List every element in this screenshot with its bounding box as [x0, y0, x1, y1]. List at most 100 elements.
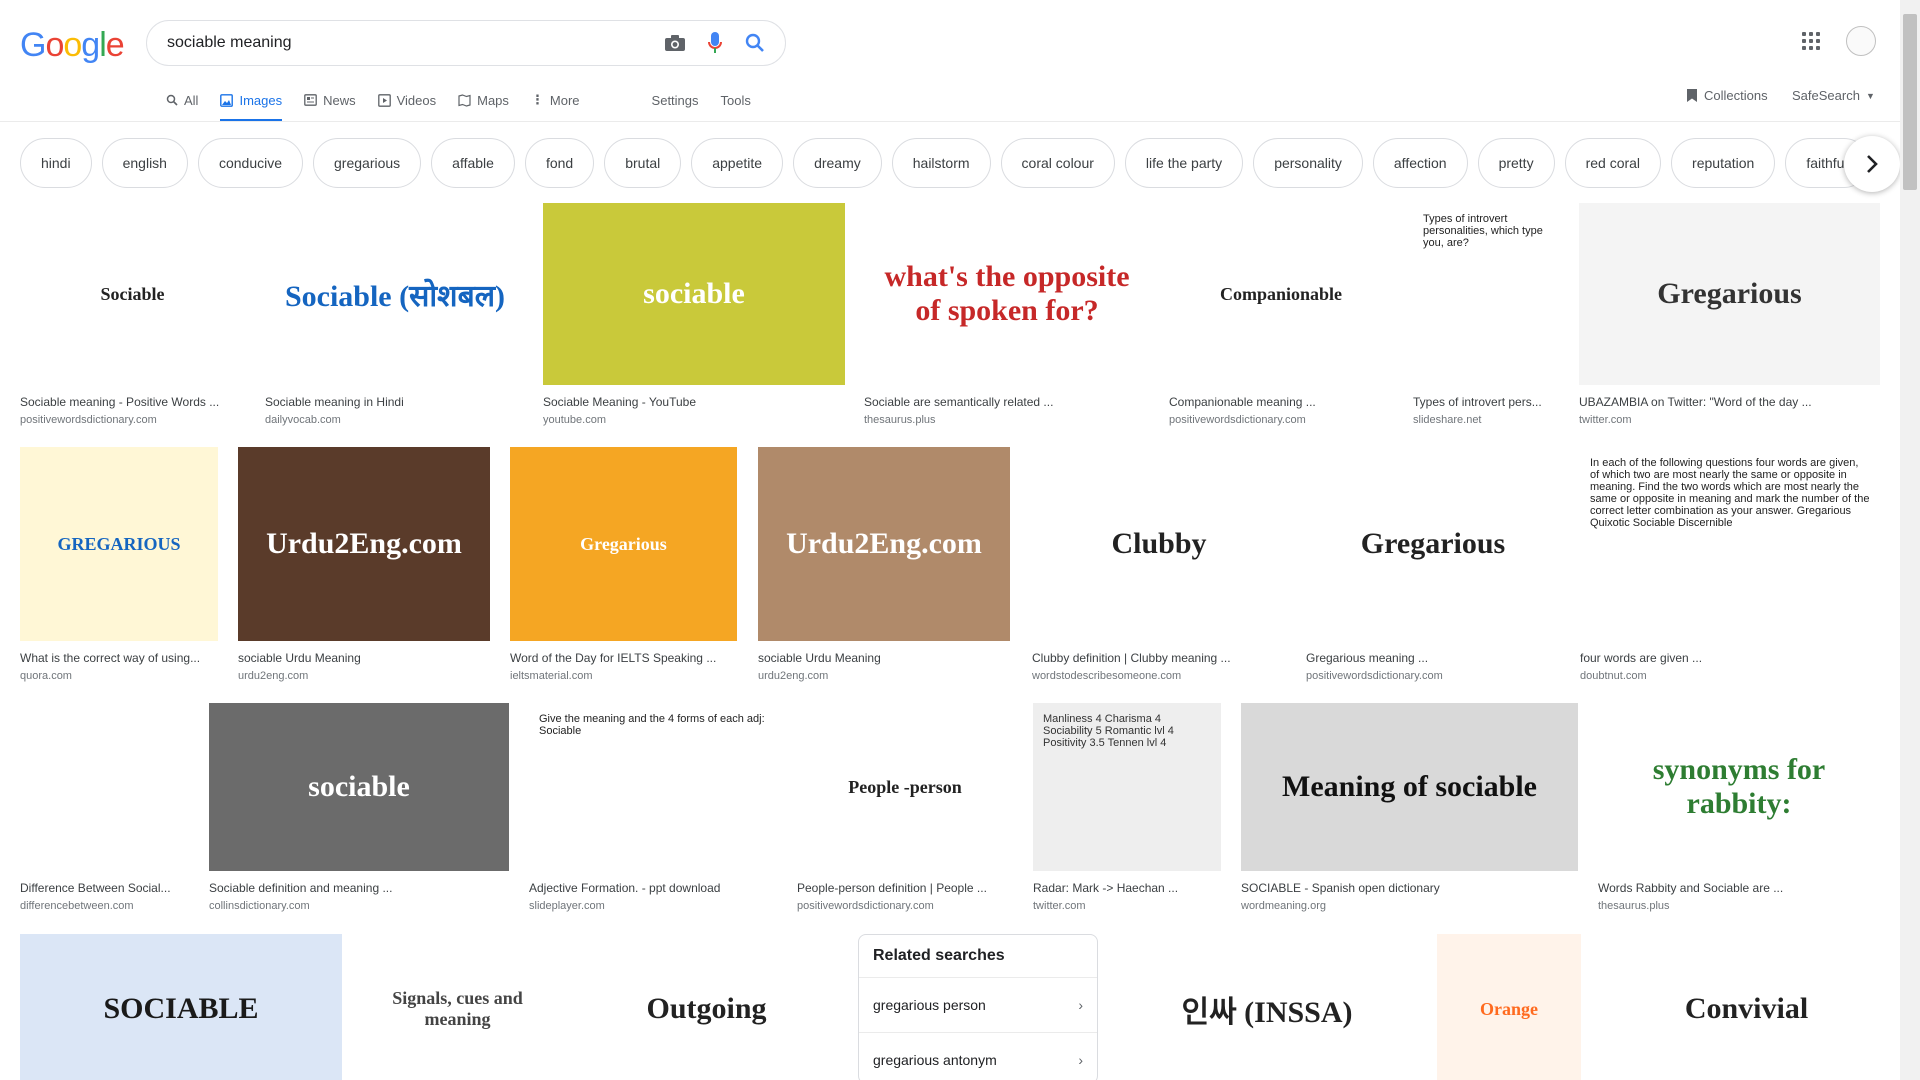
result-title[interactable]: Difference Between Social...	[20, 881, 189, 895]
filter-chip[interactable]: gregarious	[313, 138, 422, 188]
image-result[interactable]: People -person People-person definition |…	[797, 703, 1013, 912]
image-thumbnail[interactable]: Clubby	[1032, 447, 1286, 641]
page-scrollbar[interactable]	[1900, 0, 1920, 1080]
tab-images[interactable]: Images	[220, 89, 283, 122]
result-title[interactable]: Word of the Day for IELTS Speaking ...	[510, 651, 737, 665]
filter-chip[interactable]: dreamy	[793, 138, 882, 188]
search-input[interactable]: sociable meaning	[167, 34, 655, 52]
filter-chip[interactable]: red coral	[1564, 138, 1662, 188]
image-result[interactable]: Outgoing	[574, 934, 839, 1080]
image-thumbnail[interactable]: Gregarious	[510, 447, 737, 641]
image-thumbnail[interactable]: Urdu2Eng.com	[238, 447, 490, 641]
result-title[interactable]: Sociable meaning in Hindi	[265, 395, 525, 409]
image-result[interactable]: Signals, cues and meaning	[361, 934, 554, 1080]
image-thumbnail[interactable]: Signals, cues and meaning	[361, 934, 554, 1080]
result-title[interactable]: sociable Urdu Meaning	[238, 651, 490, 665]
image-thumbnail[interactable]: Urdu2Eng.com	[758, 447, 1010, 641]
image-result[interactable]: GREGARIOUS What is the correct way of usi…	[20, 447, 218, 682]
image-thumbnail[interactable]: Sociable (सोशबल)	[265, 203, 525, 385]
tab-maps[interactable]: Maps	[458, 89, 509, 122]
image-thumbnail[interactable]: Convivial	[1613, 934, 1880, 1080]
result-title[interactable]: Types of introvert pers...	[1413, 395, 1558, 409]
result-title[interactable]: Words Rabbity and Sociable are ...	[1598, 881, 1880, 895]
result-title[interactable]: SOCIABLE - Spanish open dictionary	[1241, 881, 1578, 895]
tab-news[interactable]: News	[304, 89, 356, 122]
image-thumbnail[interactable]	[20, 703, 189, 871]
tab-videos[interactable]: Videos	[377, 89, 436, 122]
result-title[interactable]: People-person definition | People ...	[797, 881, 1013, 895]
search-box[interactable]: sociable meaning	[146, 20, 786, 66]
image-thumbnail[interactable]: Companionable	[1169, 203, 1393, 385]
filter-chip[interactable]: hindi	[20, 138, 92, 188]
image-thumbnail[interactable]: 인싸 (INSSA)	[1118, 934, 1416, 1080]
image-thumbnail[interactable]: sociable	[543, 203, 845, 385]
settings-link[interactable]: Settings	[652, 89, 699, 122]
filter-chip[interactable]: english	[101, 138, 188, 188]
image-result[interactable]: sociable Sociable definition and meaning …	[209, 703, 509, 912]
safesearch-dropdown[interactable]: SafeSearch ▼	[1792, 88, 1875, 103]
filter-chip[interactable]: affable	[431, 138, 515, 188]
image-result[interactable]: Types of introvert personalities, which …	[1413, 203, 1558, 426]
result-title[interactable]: Sociable definition and meaning ...	[209, 881, 509, 895]
result-title[interactable]: UBAZAMBIA on Twitter: "Word of the day .…	[1579, 395, 1880, 409]
result-title[interactable]: Clubby definition | Clubby meaning ...	[1032, 651, 1286, 665]
image-result[interactable]: Give the meaning and the 4 forms of each…	[529, 703, 777, 912]
microphone-icon[interactable]	[695, 23, 735, 63]
image-result[interactable]: Convivial	[1613, 934, 1880, 1080]
image-thumbnail[interactable]: Gregarious	[1579, 203, 1880, 385]
result-title[interactable]: Adjective Formation. - ppt download	[529, 881, 777, 895]
image-thumbnail[interactable]: Outgoing	[574, 934, 839, 1080]
related-search-item[interactable]: gregarious antonym ›	[859, 1033, 1097, 1080]
image-thumbnail[interactable]: In each of the following questions four …	[1580, 447, 1880, 641]
result-title[interactable]: Radar: Mark -> Haechan ...	[1033, 881, 1221, 895]
image-result[interactable]: Orange	[1437, 934, 1581, 1080]
image-thumbnail[interactable]: People -person	[797, 703, 1013, 871]
search-icon[interactable]	[735, 23, 775, 63]
filter-chip[interactable]: personality	[1253, 138, 1363, 188]
result-title[interactable]: Sociable meaning - Positive Words ...	[20, 395, 245, 409]
image-result[interactable]: synonyms for rabbity: Words Rabbity and S…	[1598, 703, 1880, 912]
image-thumbnail[interactable]: GREGARIOUS	[20, 447, 218, 641]
image-thumbnail[interactable]: Types of introvert personalities, which …	[1413, 203, 1558, 385]
image-result[interactable]: Urdu2Eng.com sociable Urdu Meaning urdu2en…	[758, 447, 1010, 682]
image-thumbnail[interactable]: Meaning of sociable	[1241, 703, 1578, 871]
image-result[interactable]: In each of the following questions four …	[1580, 447, 1880, 682]
filter-chip[interactable]: appetite	[691, 138, 784, 188]
image-result[interactable]: Gregarious UBAZAMBIA on Twitter: "Word of…	[1579, 203, 1880, 426]
apps-grid-icon[interactable]	[1802, 32, 1820, 50]
result-title[interactable]: Sociable are semantically related ...	[864, 395, 1150, 409]
filter-chip[interactable]: brutal	[604, 138, 682, 188]
scrollbar-thumb[interactable]	[1903, 14, 1917, 190]
tab-more[interactable]: ⋮ More	[531, 88, 580, 122]
image-thumbnail[interactable]: Give the meaning and the 4 forms of each…	[529, 703, 777, 871]
image-result[interactable]: Gregarious Gregarious meaning ... positive…	[1306, 447, 1560, 682]
chips-next-button[interactable]	[1844, 136, 1900, 192]
result-title[interactable]: Companionable meaning ...	[1169, 395, 1393, 409]
image-result[interactable]: Meaning of sociable SOCIABLE - Spanish op…	[1241, 703, 1578, 912]
image-result[interactable]: SOCIABLE	[20, 934, 342, 1080]
related-search-item[interactable]: gregarious person ›	[859, 978, 1097, 1033]
image-result[interactable]: sociable Sociable Meaning - YouTube youtub…	[543, 203, 845, 426]
image-thumbnail[interactable]: Manliness 4 Charisma 4 Sociability 5 Rom…	[1033, 703, 1221, 871]
image-result[interactable]: Sociable Sociable meaning - Positive Word…	[20, 203, 245, 426]
image-thumbnail[interactable]: Gregarious	[1306, 447, 1560, 641]
result-title[interactable]: Gregarious meaning ...	[1306, 651, 1560, 665]
image-result[interactable]: Sociable (सोशबल) Sociable meaning in Hind…	[265, 203, 525, 426]
tools-link[interactable]: Tools	[721, 89, 751, 122]
google-logo[interactable]: Google	[20, 26, 125, 65]
image-thumbnail[interactable]: what's the opposite of spoken for?	[864, 203, 1150, 385]
result-title[interactable]: four words are given ...	[1580, 651, 1880, 665]
image-result[interactable]: 인싸 (INSSA)	[1118, 934, 1416, 1080]
image-result[interactable]: Difference Between Social... differencebe…	[20, 703, 189, 912]
collections-link[interactable]: Collections	[1686, 88, 1768, 103]
image-result[interactable]: what's the opposite of spoken for? Sociab…	[864, 203, 1150, 426]
filter-chip[interactable]: fond	[524, 138, 595, 188]
camera-icon[interactable]	[655, 23, 695, 63]
image-thumbnail[interactable]: SOCIABLE	[20, 934, 342, 1080]
image-result[interactable]: Companionable Companionable meaning ... po…	[1169, 203, 1393, 426]
filter-chip[interactable]: conducive	[197, 138, 304, 188]
filter-chip[interactable]: affection	[1372, 138, 1468, 188]
filter-chip[interactable]: pretty	[1477, 138, 1555, 188]
filter-chip[interactable]: hailstorm	[891, 138, 991, 188]
filter-chip[interactable]: reputation	[1671, 138, 1776, 188]
